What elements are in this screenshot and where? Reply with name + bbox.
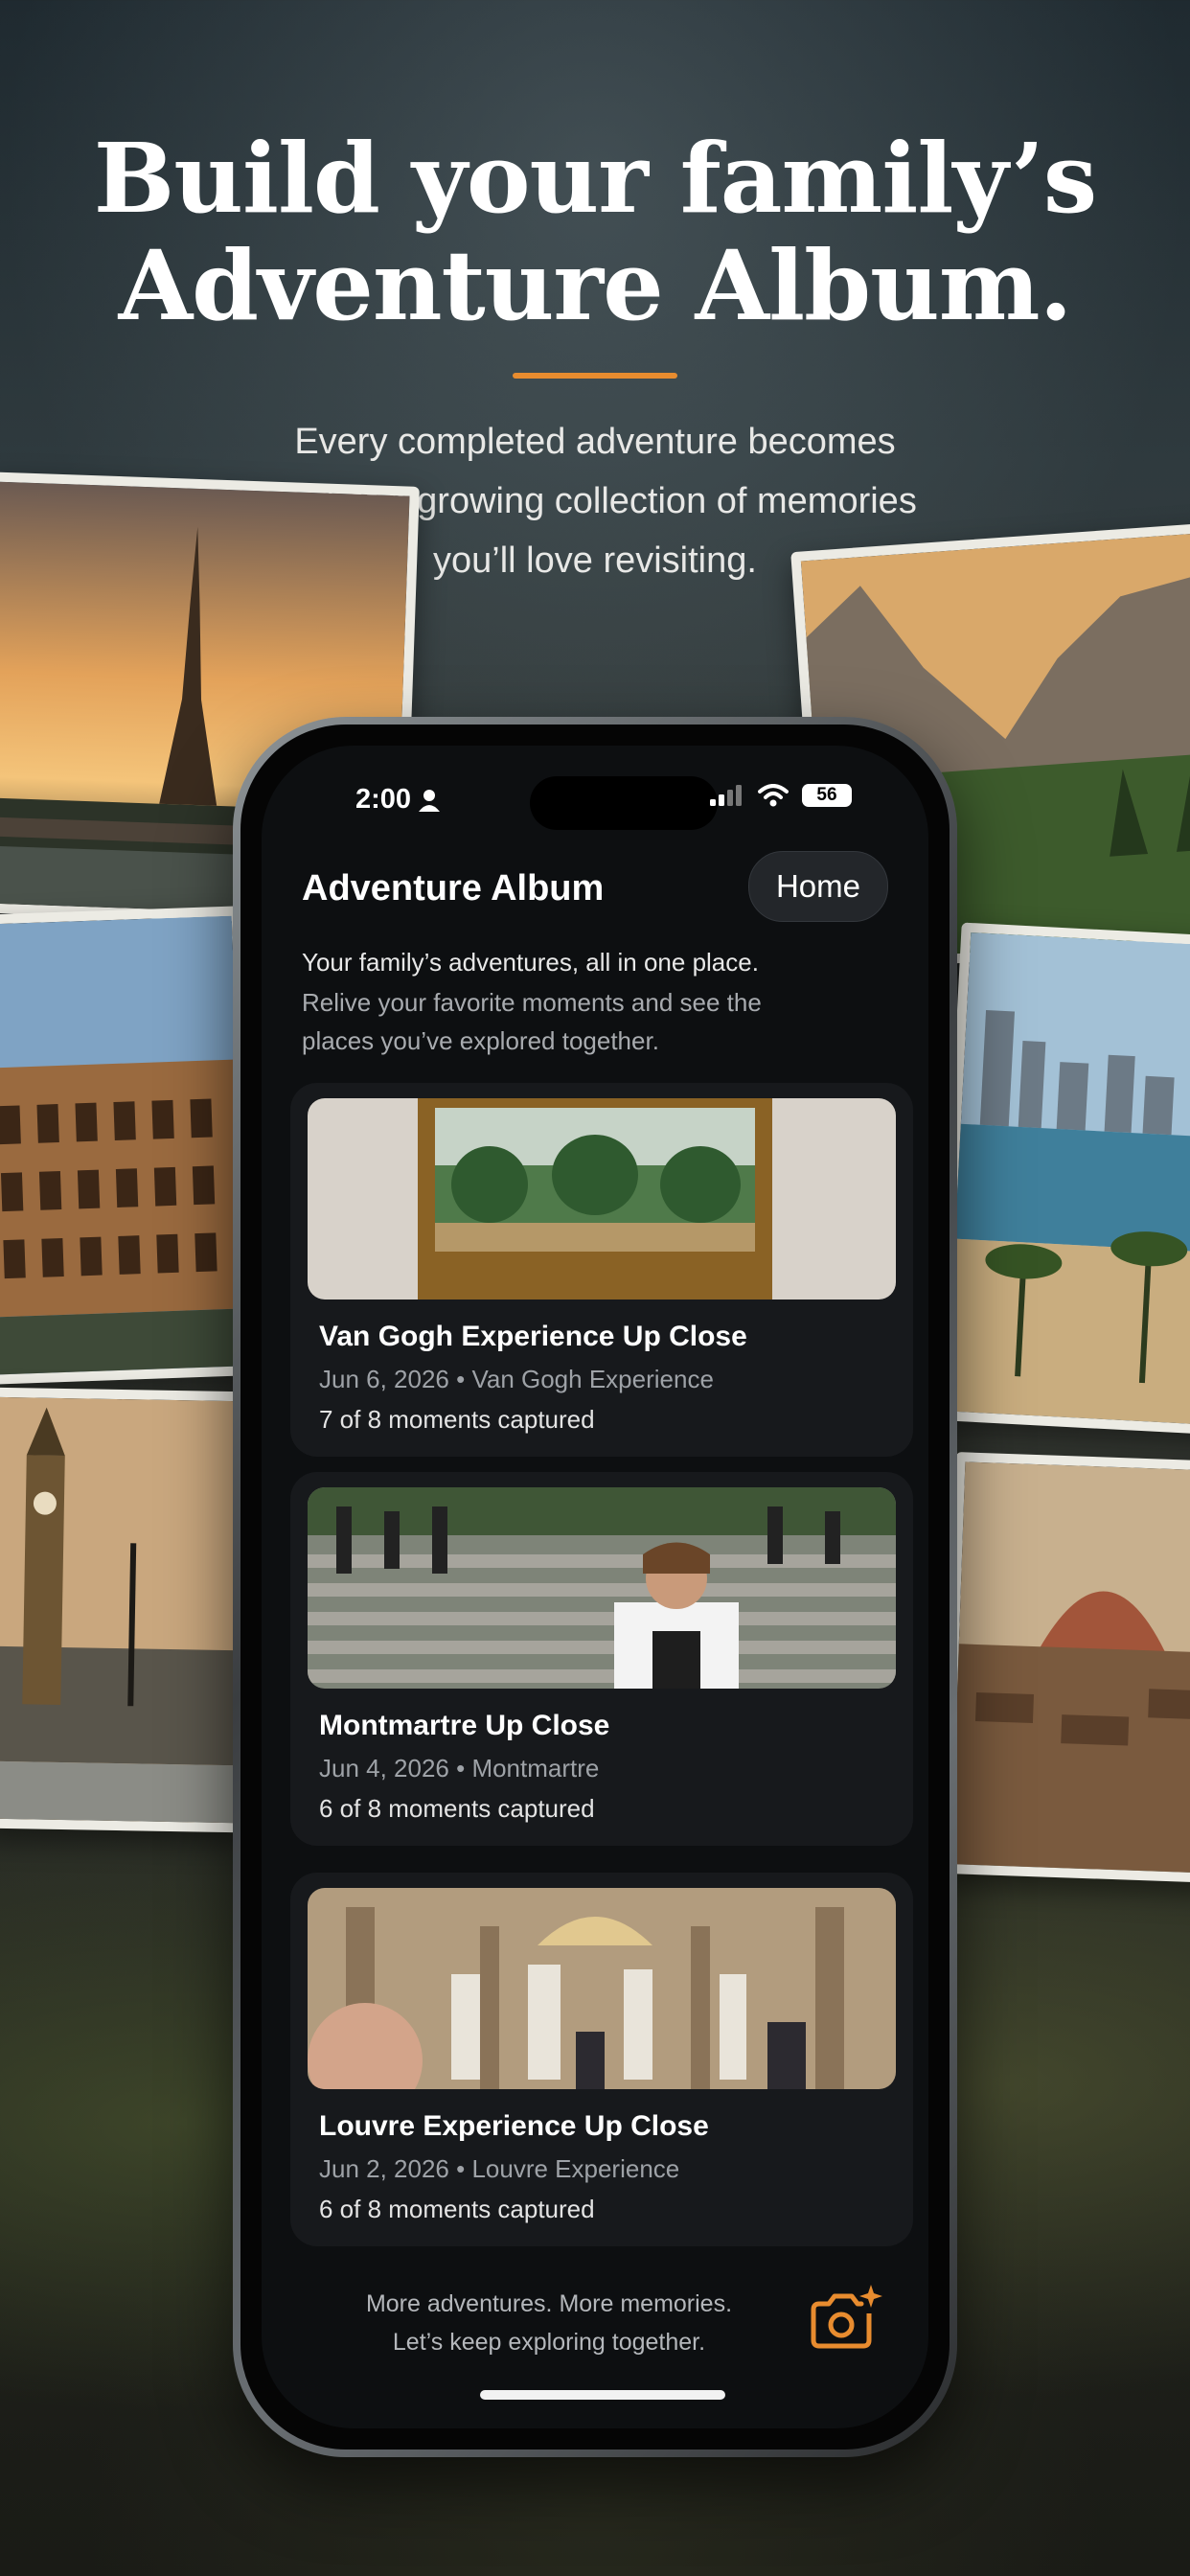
- adventure-title: Louvre Experience Up Close: [319, 2110, 709, 2142]
- adventure-title: Montmartre Up Close: [319, 1710, 610, 1741]
- adventure-card-montmartre[interactable]: Montmartre Up Close Jun 4, 2026 • Montma…: [290, 1472, 913, 1846]
- wifi-icon: [758, 784, 789, 807]
- status-time-text: 2:00: [355, 784, 412, 815]
- footer-line-2: Let’s keep exploring together.: [392, 2329, 706, 2356]
- postcard-colosseum: [0, 906, 258, 1385]
- adventure-card-van-gogh[interactable]: Van Gogh Experience Up Close Jun 6, 2026…: [290, 1083, 913, 1457]
- postcard-big-ben: [0, 1387, 253, 1833]
- dynamic-island: [530, 776, 718, 830]
- intro-detail-text: Relive your favorite moments and see the…: [302, 988, 762, 1055]
- person-icon: [419, 789, 441, 812]
- postcard-florence-duomo: [941, 1452, 1190, 1883]
- accent-divider: [513, 373, 677, 379]
- camera-sparkle-icon[interactable]: [808, 2285, 884, 2354]
- footer-message: More adventures. More memories. Let’s ke…: [319, 2285, 779, 2361]
- phone-screen: 2:00 56 Adventure Album Home Your family…: [262, 746, 928, 2428]
- footer-line-1: More adventures. More memories.: [365, 2290, 733, 2317]
- cellular-signal-icon: [710, 785, 742, 806]
- intro-text: Your family’s adventures, all in one pla…: [302, 948, 759, 977]
- status-bar-time: 2:00: [355, 784, 441, 816]
- adventure-photo: [308, 1487, 896, 1689]
- battery-indicator: 56: [802, 784, 852, 807]
- headline-line-1: Build your family’s: [93, 122, 1097, 235]
- subheading-line-1: Every completed adventure becomes: [294, 422, 896, 462]
- headline: Build your family’s Adventure Album.: [0, 125, 1190, 339]
- adventure-card-louvre[interactable]: Louvre Experience Up Close Jun 2, 2026 •…: [290, 1873, 913, 2246]
- headline-line-2: Adventure Album.: [118, 229, 1073, 342]
- adventure-moments: 6 of 8 moments captured: [319, 1794, 595, 1823]
- adventure-meta: Jun 4, 2026 • Montmartre: [319, 1754, 600, 1782]
- home-indicator[interactable]: [480, 2390, 725, 2400]
- adventure-photo: [308, 1098, 896, 1300]
- phone-frame: 2:00 56 Adventure Album Home Your family…: [233, 717, 957, 2457]
- page-title: Adventure Album: [302, 868, 605, 908]
- status-bar-indicators: 56: [710, 784, 852, 807]
- postcard-beach-city: [935, 922, 1190, 1436]
- adventure-photo: [308, 1888, 896, 2089]
- adventure-moments: 7 of 8 moments captured: [319, 1405, 595, 1434]
- adventure-meta: Jun 2, 2026 • Louvre Experience: [319, 2154, 680, 2183]
- home-button[interactable]: Home: [747, 851, 888, 922]
- adventure-moments: 6 of 8 moments captured: [319, 2195, 595, 2223]
- adventure-meta: Jun 6, 2026 • Van Gogh Experience: [319, 1365, 714, 1393]
- adventure-title: Van Gogh Experience Up Close: [319, 1321, 747, 1352]
- phone-bezel: 2:00 56 Adventure Album Home Your family…: [240, 724, 950, 2450]
